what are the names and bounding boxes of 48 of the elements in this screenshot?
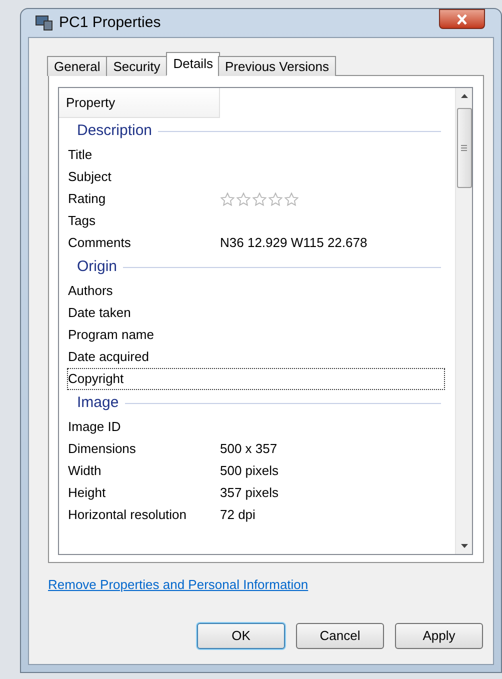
property-row[interactable]: Width 500 pixels <box>67 460 445 482</box>
property-name: Tags <box>68 212 96 230</box>
property-name: Authors <box>68 282 114 300</box>
property-row[interactable]: Title <box>67 144 445 166</box>
property-row[interactable]: Horizontal resolution 72 dpi <box>67 504 445 526</box>
property-value: 500 pixels <box>220 462 279 480</box>
property-name: Height <box>68 484 107 502</box>
property-row[interactable]: Authors <box>67 280 445 302</box>
property-name: Width <box>68 462 102 480</box>
property-name: Title <box>68 146 94 164</box>
property-row[interactable]: Date acquired <box>67 346 445 368</box>
property-row[interactable]: Program name <box>67 324 445 346</box>
dialog-button[interactable]: OK <box>197 622 285 648</box>
property-name: Image ID <box>68 418 122 436</box>
window-title: PC1 Properties <box>59 12 161 33</box>
property-name: Horizontal resolution <box>68 506 188 524</box>
tab[interactable]: Security <box>106 56 168 76</box>
property-value: 500 x 357 <box>220 440 278 458</box>
property-name: Date taken <box>68 304 132 322</box>
tab[interactable]: General <box>47 56 108 76</box>
property-value: 72 dpi <box>220 506 256 524</box>
property-row[interactable]: Tags <box>67 210 445 232</box>
property-row[interactable]: Image ID <box>67 416 445 438</box>
group-header: Image <box>77 392 119 413</box>
property-name: Date acquired <box>68 348 150 366</box>
remove-properties-link[interactable]: Remove Properties and Personal Information <box>48 575 308 594</box>
dialog-button[interactable]: Cancel <box>296 622 384 648</box>
property-name: Copyright <box>68 370 125 388</box>
property-row[interactable]: Copyright <box>67 368 445 390</box>
property-row[interactable]: Subject <box>67 166 445 188</box>
tab[interactable]: Details <box>166 52 220 76</box>
column-header[interactable]: Property <box>59 88 220 118</box>
property-value: 357 pixels <box>220 484 279 502</box>
dialog-button[interactable]: Apply <box>395 622 483 648</box>
property-name: Dimensions <box>68 440 137 458</box>
property-name: Comments <box>68 234 132 252</box>
property-row[interactable]: Comments N36 12.929 W115 22.678 <box>67 232 445 254</box>
property-name: Subject <box>68 168 112 186</box>
property-name: Program name <box>68 326 155 344</box>
property-row[interactable]: Rating <box>67 188 445 210</box>
property-value: N36 12.929 W115 22.678 <box>220 234 368 252</box>
group-header: Origin <box>77 256 118 277</box>
property-name: Rating <box>68 190 107 208</box>
tab[interactable]: Previous Versions <box>218 56 336 76</box>
property-row[interactable]: Dimensions 500 x 357 <box>67 438 445 460</box>
property-row[interactable]: Date taken <box>67 302 445 324</box>
property-row[interactable]: Height 357 pixels <box>67 482 445 504</box>
group-header: Description <box>77 120 152 141</box>
